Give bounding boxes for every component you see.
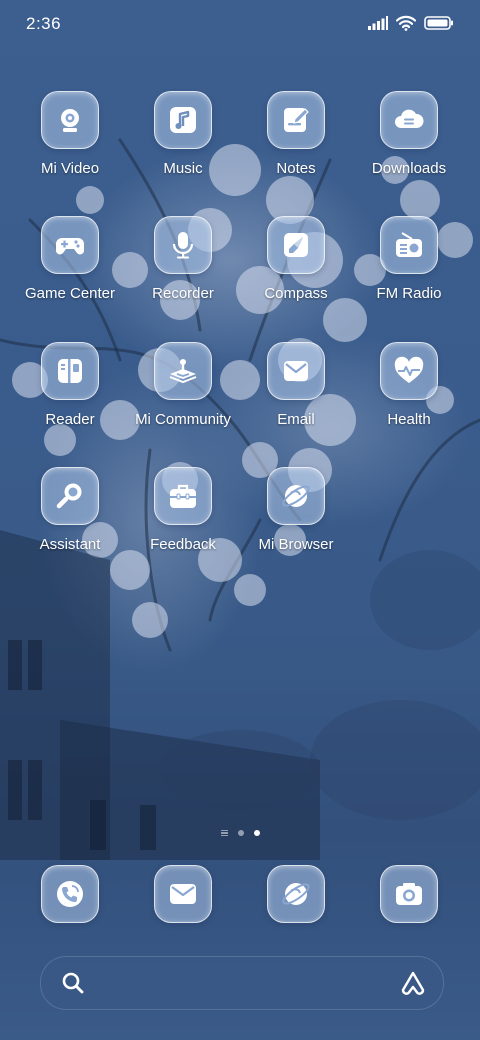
app-label: Feedback [150,536,216,553]
app-email[interactable]: Email [240,342,352,428]
app-label: Mi Browser [258,536,334,553]
app-label: Assistant [39,536,101,553]
mail-icon [267,342,325,400]
app-label: Game Center [24,285,116,302]
compass-icon [267,216,325,274]
app-label: Mi Video [40,160,100,177]
mi-video-icon [41,91,99,149]
book-icon [41,342,99,400]
camera-icon [380,865,438,923]
app-mi-community[interactable]: Mi Community [127,342,239,428]
heart-icon [380,342,438,400]
messages-icon [154,865,212,923]
app-label: Reader [45,411,95,428]
community-icon [154,342,212,400]
planet-icon [267,467,325,525]
app-label: Compass [264,285,328,302]
app-health[interactable]: Health [353,342,465,428]
dock-messages[interactable] [127,865,239,923]
dock-browser[interactable] [240,865,352,923]
app-label: Notes [276,160,316,177]
app-label: Music [163,160,203,177]
app-fm-radio[interactable]: FM Radio [353,216,465,302]
app-label: FM Radio [376,285,442,302]
browser-icon [267,865,325,923]
app-compass[interactable]: Compass [240,216,352,302]
assistant-icon[interactable] [399,970,427,996]
app-mi-browser[interactable]: Mi Browser [240,467,352,553]
app-music[interactable]: Music [127,91,239,177]
briefcase-icon [154,467,212,525]
app-recorder[interactable]: Recorder [127,216,239,302]
page-indicator-list [220,830,228,836]
wifi-icon [396,15,416,31]
battery-icon [424,16,453,30]
music-icon [154,91,212,149]
app-notes[interactable]: Notes [240,91,352,177]
clock: 2:36 [26,14,62,33]
magnifier-icon [41,467,99,525]
app-feedback[interactable]: Feedback [127,467,239,553]
phone-icon [41,865,99,923]
notes-icon [267,91,325,149]
page-dot [237,830,244,836]
signal-icon [368,16,388,30]
search-icon[interactable] [61,971,85,995]
app-mi-video[interactable]: Mi Video [14,91,126,177]
app-label: Mi Community [135,411,231,428]
status-bar: 2:36 [0,0,480,50]
gamepad-icon [41,216,99,274]
search-bar[interactable] [40,956,444,1010]
app-downloads[interactable]: Downloads [353,91,465,177]
app-reader[interactable]: Reader [14,342,126,428]
app-label: Downloads [371,160,447,177]
status-icons [368,15,454,31]
dock-phone[interactable] [14,865,126,923]
microphone-icon [154,216,212,274]
radio-icon [380,216,438,274]
dock-camera[interactable] [353,865,465,923]
app-label: Health [387,411,431,428]
downloads-icon [380,91,438,149]
app-assistant[interactable]: Assistant [14,467,126,553]
app-game-center[interactable]: Game Center [14,216,126,302]
app-label: Email [277,411,315,428]
page-indicator[interactable] [0,830,480,836]
app-label: Recorder [152,285,214,302]
page-dot-active [253,830,260,836]
